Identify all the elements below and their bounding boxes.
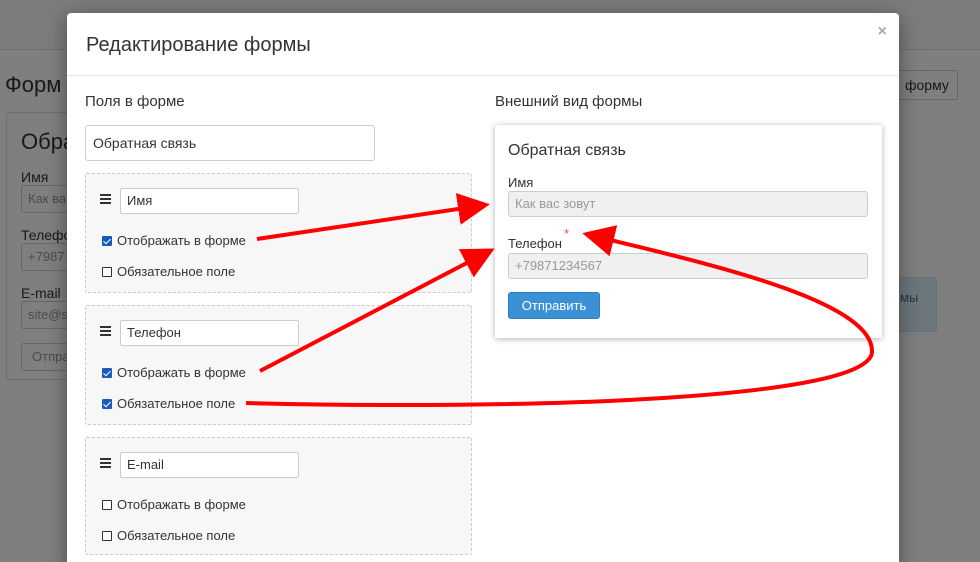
checkbox-label: Отображать в форме <box>117 233 246 248</box>
edit-form-modal: Редактирование формы × Поля в форме Внеш… <box>67 13 899 562</box>
checkbox-label: Обязательное поле <box>117 396 236 411</box>
show-in-form-checkbox[interactable]: Отображать в форме <box>102 497 246 512</box>
preview-field-label: Имя <box>508 175 534 190</box>
checkbox-unchecked-icon[interactable] <box>102 530 112 541</box>
required-checkbox[interactable]: Обязательное поле <box>102 528 235 543</box>
show-in-form-checkbox[interactable]: Отображать в форме <box>102 365 246 380</box>
checkbox-label: Отображать в форме <box>117 365 246 380</box>
drag-handle-icon[interactable] <box>100 458 111 468</box>
form-preview-card: Обратная связь Имя Как вас зовут Телефон… <box>495 125 882 338</box>
field-name-input[interactable]: Имя <box>120 188 299 214</box>
modal-header: Редактирование формы × <box>67 13 899 76</box>
checkbox-checked-icon[interactable] <box>102 235 112 246</box>
required-checkbox[interactable]: Обязательное поле <box>102 396 235 411</box>
preview-submit-button[interactable]: Отправить <box>508 292 600 319</box>
checkbox-label: Обязательное поле <box>117 264 236 279</box>
field-block-email: E-mail Отображать в форме Обязательное п… <box>85 437 472 555</box>
field-name-input[interactable]: E-mail <box>120 452 299 478</box>
preview-form-title: Обратная связь <box>508 142 626 159</box>
required-marker: * <box>564 226 570 241</box>
checkbox-checked-icon[interactable] <box>102 367 112 378</box>
preview-heading: Внешний вид формы <box>495 93 643 110</box>
modal-title: Редактирование формы <box>86 34 311 56</box>
drag-handle-icon[interactable] <box>100 326 111 336</box>
checkbox-label: Отображать в форме <box>117 497 246 512</box>
checkbox-unchecked-icon[interactable] <box>102 499 112 510</box>
field-block-name: Имя Отображать в форме Обязательное поле <box>85 173 472 293</box>
preview-field-label: Телефон <box>508 236 562 251</box>
field-block-phone: Телефон Отображать в форме Обязательное … <box>85 305 472 425</box>
form-name-input[interactable]: Обратная связь <box>85 125 375 161</box>
drag-handle-icon[interactable] <box>100 194 111 204</box>
preview-name-input[interactable]: Как вас зовут <box>508 191 868 217</box>
checkbox-label: Обязательное поле <box>117 528 236 543</box>
required-checkbox[interactable]: Обязательное поле <box>102 264 235 279</box>
checkbox-checked-icon[interactable] <box>102 398 112 409</box>
close-icon[interactable]: × <box>878 23 887 41</box>
preview-phone-input[interactable]: +79871234567 <box>508 253 868 279</box>
show-in-form-checkbox[interactable]: Отображать в форме <box>102 233 246 248</box>
checkbox-unchecked-icon[interactable] <box>102 266 112 277</box>
fields-heading: Поля в форме <box>85 93 185 110</box>
field-name-input[interactable]: Телефон <box>120 320 299 346</box>
